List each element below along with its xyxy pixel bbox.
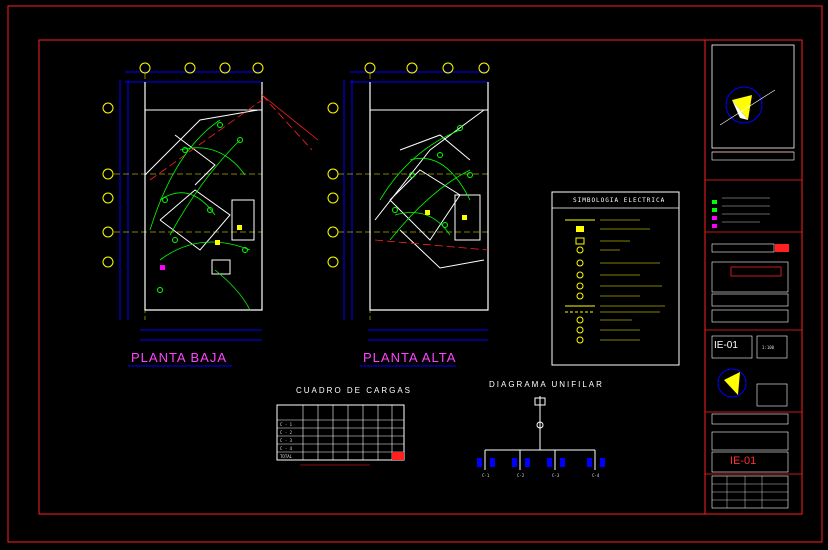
single-line-diagram: [477, 396, 605, 470]
upper-floor-plan: [327, 62, 490, 367]
load-table-row: C - 4: [280, 446, 293, 451]
legend-box: [551, 191, 680, 366]
circuit-label: C-4: [592, 473, 600, 478]
legend-title: SIMBOLOGIA ELECTRICA: [573, 197, 666, 204]
circuit-label: C-1: [482, 473, 490, 478]
scale-value: 1:100: [762, 345, 775, 350]
ground-floor-title: PLANTA BAJA: [131, 350, 228, 365]
load-table-row: C - 2: [280, 430, 293, 435]
load-table: [276, 404, 405, 466]
upper-floor-title: PLANTA ALTA: [363, 350, 457, 365]
load-table-title: CUADRO DE CARGAS: [296, 386, 413, 395]
load-table-row: TOTAL: [280, 454, 293, 459]
title-block: [705, 44, 802, 509]
inner-frame: [38, 39, 803, 515]
single-line-title: DIAGRAMA UNIFILAR: [489, 380, 604, 389]
circuit-label: C-3: [552, 473, 560, 478]
sheet-code-large: IE-01: [730, 455, 757, 467]
load-table-row: C - 3: [280, 438, 293, 443]
ground-floor-plan: [102, 62, 319, 367]
sheet-code: IE-01: [714, 340, 738, 351]
load-table-row: C - 1: [280, 422, 293, 427]
cad-drawing-sheet: [7, 5, 823, 543]
outer-frame: [7, 5, 823, 543]
circuit-label: C-2: [517, 473, 525, 478]
